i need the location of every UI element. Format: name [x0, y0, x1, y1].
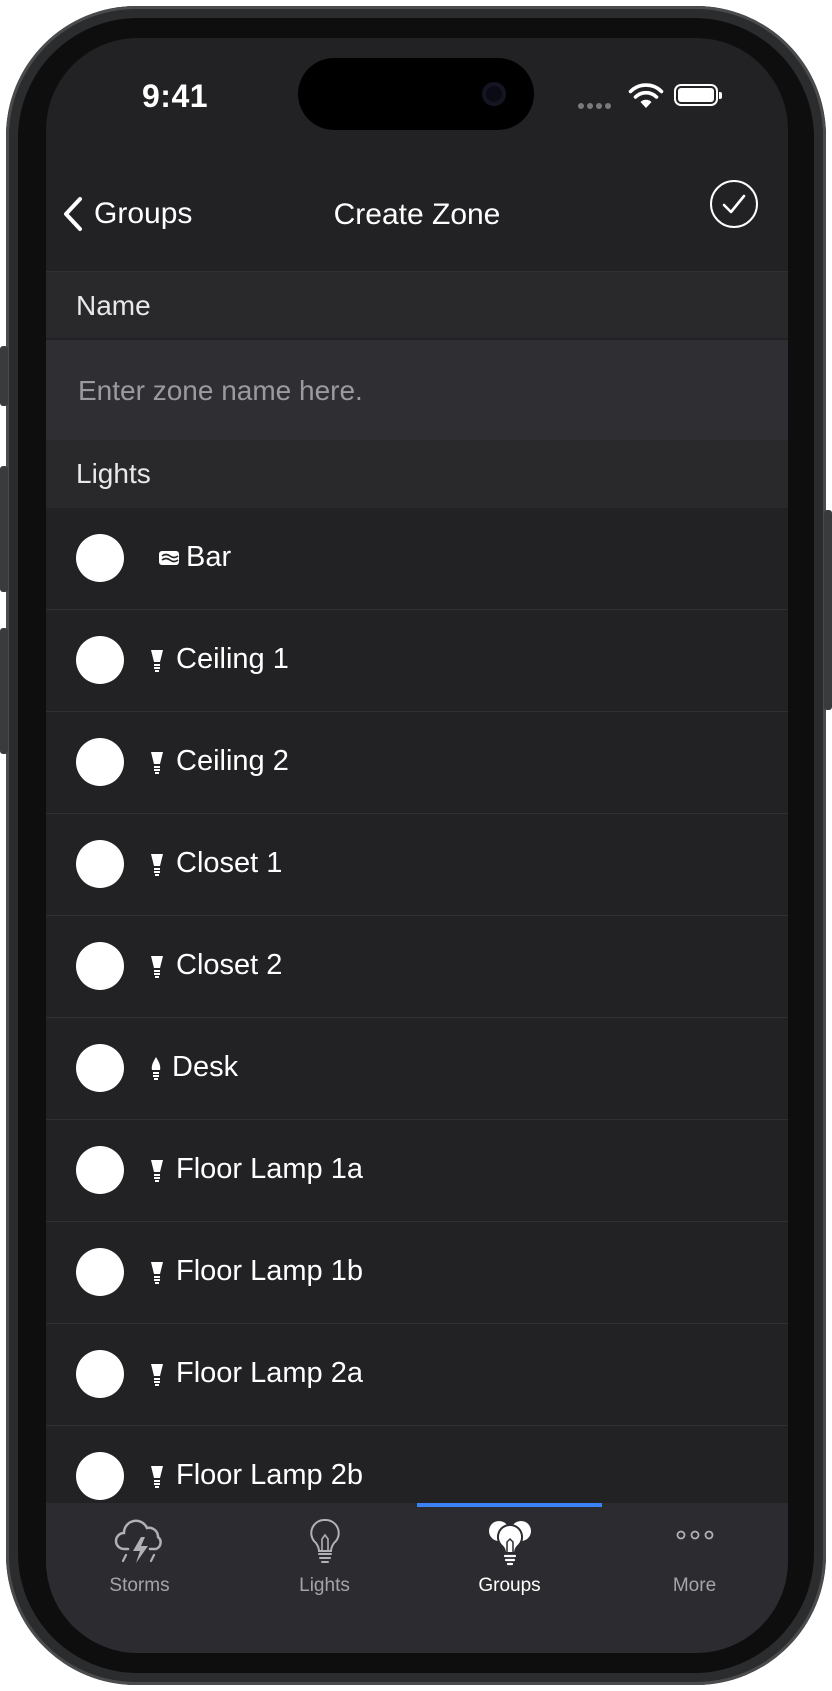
selection-radio[interactable] — [76, 1044, 124, 1092]
lightbulb-icon — [309, 1518, 340, 1563]
bulb-icon — [151, 1364, 163, 1386]
tab-groups[interactable]: Groups — [417, 1503, 602, 1653]
power-button — [824, 510, 832, 710]
screen: 9:41 Groups Create Zone Name Lights — [46, 38, 788, 1653]
zone-name-field[interactable] — [46, 340, 788, 440]
bulb-icon — [151, 1262, 163, 1284]
tab-bar: Storms Lights Groups More — [46, 1503, 788, 1653]
light-label: Floor Lamp 1b — [176, 1255, 363, 1287]
light-row-floor-lamp-1b[interactable]: Floor Lamp 1b — [46, 1222, 788, 1324]
selection-radio[interactable] — [76, 636, 124, 684]
volume-down-button — [0, 628, 8, 754]
storm-icon — [114, 1519, 162, 1563]
tab-more[interactable]: More — [602, 1503, 787, 1653]
light-label: Bar — [186, 541, 232, 573]
page-title: Create Zone — [333, 198, 501, 231]
lights-list: Bar Ceiling 1 Ceiling 2 Closet 1 Closet … — [46, 508, 788, 1528]
lights-section-title: Lights — [76, 458, 151, 489]
volume-up-button — [0, 466, 8, 592]
light-row-bar[interactable]: Bar — [46, 508, 788, 610]
light-label: Floor Lamp 1a — [176, 1153, 363, 1185]
tab-lights[interactable]: Lights — [232, 1503, 417, 1653]
status-time: 9:41 — [142, 78, 209, 114]
light-strip-icon — [159, 551, 179, 565]
bulb-group-icon — [488, 1521, 531, 1566]
bulb-icon — [151, 1466, 163, 1488]
selection-radio[interactable] — [76, 1452, 124, 1500]
light-label: Closet 1 — [176, 847, 283, 879]
done-button[interactable] — [710, 180, 758, 228]
selection-radio[interactable] — [76, 942, 124, 990]
tab-label: More — [672, 1575, 717, 1596]
selection-radio[interactable] — [76, 840, 124, 888]
light-row-closet-2[interactable]: Closet 2 — [46, 916, 788, 1018]
zone-name-input[interactable] — [76, 368, 760, 414]
lights-section-header: Lights — [46, 440, 788, 508]
camera-icon — [482, 82, 506, 106]
light-row-desk[interactable]: Desk — [46, 1018, 788, 1120]
selection-radio[interactable] — [76, 1248, 124, 1296]
light-row-floor-lamp-2a[interactable]: Floor Lamp 2a — [46, 1324, 788, 1426]
selection-radio[interactable] — [76, 534, 124, 582]
light-label: Floor Lamp 2a — [176, 1357, 363, 1389]
name-section-title: Name — [76, 290, 151, 321]
light-label: Floor Lamp 2b — [176, 1459, 363, 1491]
bulb-icon — [151, 956, 163, 978]
ellipsis-icon — [676, 1530, 713, 1540]
tab-label: Groups — [478, 1575, 541, 1596]
navigation-bar: Groups Create Zone — [46, 158, 788, 272]
bulb-icon — [151, 752, 163, 774]
light-label: Ceiling 2 — [176, 745, 289, 777]
selection-radio[interactable] — [76, 1350, 124, 1398]
tab-label: Lights — [299, 1575, 350, 1596]
checkmark-icon — [722, 194, 746, 214]
light-row-floor-lamp-1a[interactable]: Floor Lamp 1a — [46, 1120, 788, 1222]
tab-label: Storms — [109, 1575, 170, 1596]
bulb-icon — [151, 650, 163, 672]
selection-radio[interactable] — [76, 1146, 124, 1194]
light-row-ceiling-2[interactable]: Ceiling 2 — [46, 712, 788, 814]
action-button — [0, 346, 8, 406]
cellular-signal-icon — [578, 96, 618, 109]
bulb-icon — [151, 854, 163, 876]
light-row-closet-1[interactable]: Closet 1 — [46, 814, 788, 916]
selection-radio[interactable] — [76, 738, 124, 786]
bulb-icon — [151, 1160, 163, 1182]
wifi-icon — [628, 83, 664, 108]
status-bar: 9:41 — [46, 38, 788, 158]
battery-icon — [674, 84, 722, 106]
light-label: Closet 2 — [176, 949, 283, 981]
candle-bulb-icon — [151, 1057, 161, 1080]
light-label: Desk — [172, 1051, 239, 1083]
dynamic-island — [298, 58, 534, 130]
tab-storms[interactable]: Storms — [47, 1503, 232, 1653]
light-row-ceiling-1[interactable]: Ceiling 1 — [46, 610, 788, 712]
name-section-header: Name — [46, 272, 788, 338]
light-label: Ceiling 1 — [176, 643, 289, 675]
